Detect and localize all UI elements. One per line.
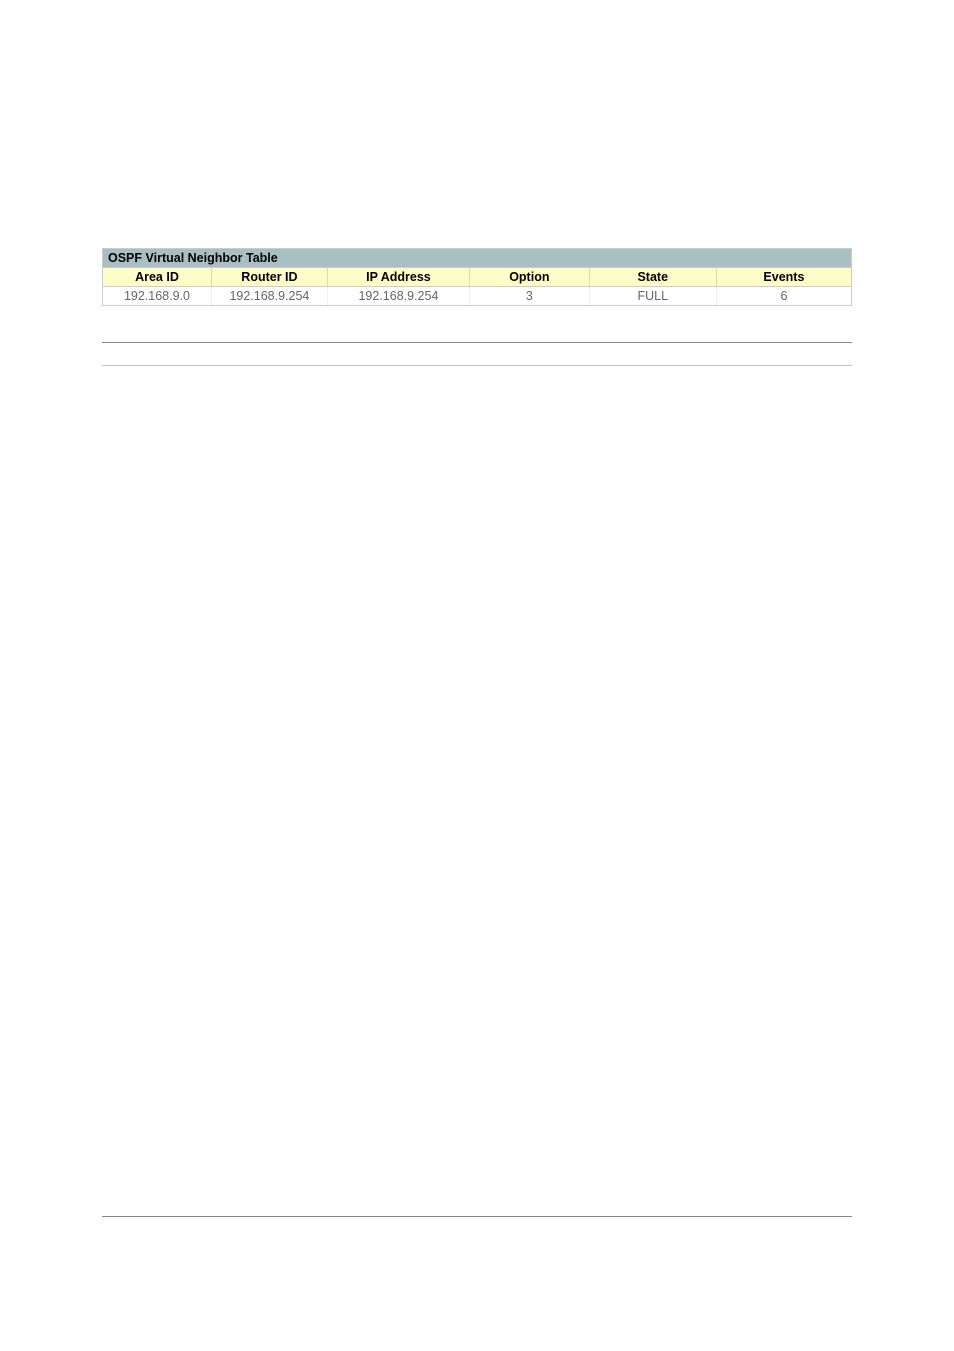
cell-state: FULL — [589, 287, 716, 306]
divider — [102, 1216, 852, 1217]
header-events: Events — [716, 268, 851, 287]
table-header-row: Area ID Router ID IP Address Option Stat… — [103, 268, 851, 287]
neighbor-table: Area ID Router ID IP Address Option Stat… — [103, 268, 851, 305]
header-area-id: Area ID — [103, 268, 211, 287]
cell-area-id: 192.168.9.0 — [103, 287, 211, 306]
header-router-id: Router ID — [211, 268, 327, 287]
cell-option: 3 — [470, 287, 590, 306]
cell-events: 6 — [716, 287, 851, 306]
divider — [102, 365, 852, 366]
header-ip-address: IP Address — [327, 268, 469, 287]
cell-ip-address: 192.168.9.254 — [327, 287, 469, 306]
header-option: Option — [470, 268, 590, 287]
divider — [102, 342, 852, 343]
ospf-virtual-neighbor-table: OSPF Virtual Neighbor Table Area ID Rout… — [102, 248, 852, 306]
cell-router-id: 192.168.9.254 — [211, 287, 327, 306]
table-row: 192.168.9.0 192.168.9.254 192.168.9.254 … — [103, 287, 851, 306]
header-state: State — [589, 268, 716, 287]
table-title: OSPF Virtual Neighbor Table — [103, 248, 851, 268]
